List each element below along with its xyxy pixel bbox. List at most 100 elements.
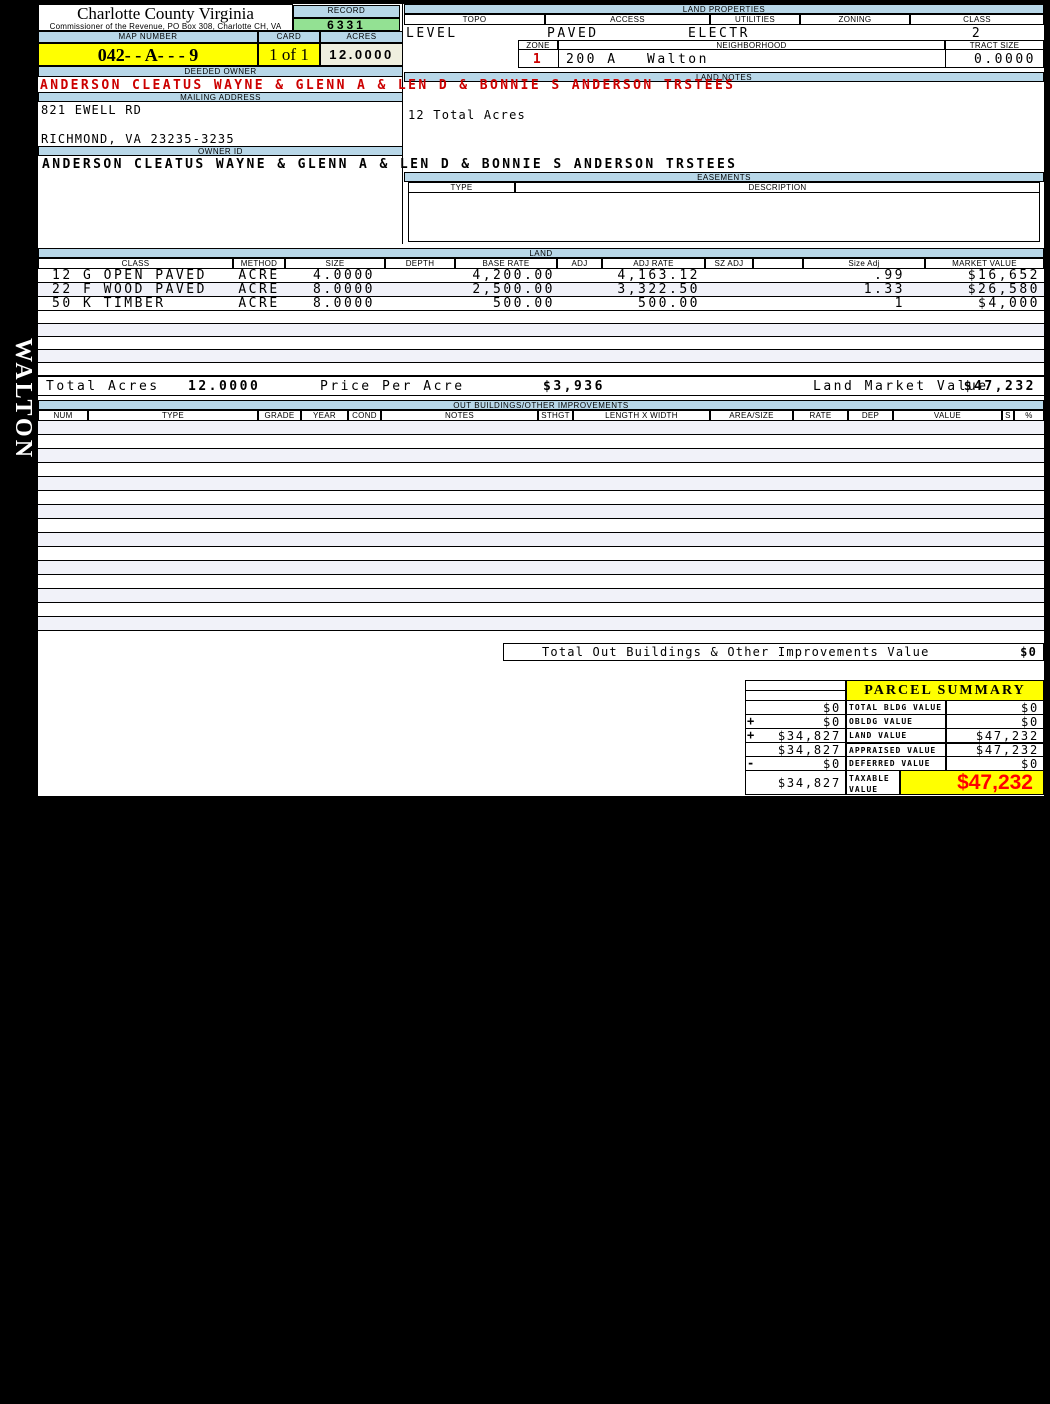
land-size: 8.0000 <box>313 296 375 311</box>
psum-left-value: $34,827 <box>745 728 846 743</box>
zone-value: 1 <box>532 52 544 67</box>
land-properties-title: LAND PROPERTIES <box>404 4 1044 14</box>
mailing-address-label: MAILING ADDRESS <box>38 92 403 102</box>
parcel-summary-title: PARCEL SUMMARY <box>846 680 1044 701</box>
land-section-title: LAND <box>38 248 1044 258</box>
psum-label: DEFERRED VALUE <box>846 756 946 771</box>
land-col-sz-adj-tbl: SZ ADJ TBL <box>705 258 753 278</box>
psum-label: OBLDG VALUE <box>846 714 946 729</box>
utilities-label: UTILITIES <box>710 14 800 25</box>
land-market-value: $4,000 <box>978 296 1040 311</box>
outb-col-length-width: LENGTH X WIDTH <box>573 410 710 421</box>
outb-col-s: S <box>1002 410 1014 421</box>
map-number-label: MAP NUMBER <box>38 31 258 43</box>
land-row: 50 K TIMBER ACRE 8.0000 500.00 500.00 1 … <box>38 297 1044 311</box>
address-line1: 821 EWELL RD <box>41 103 143 117</box>
neighborhood-code: 200 A <box>566 52 618 67</box>
taxable-left-value: $34,827 <box>745 770 846 795</box>
land-method: ACRE <box>238 282 280 297</box>
land-col-blank <box>753 258 803 269</box>
county-title: Charlotte County Virginia <box>77 4 254 23</box>
zoning-label: ZONING <box>800 14 910 25</box>
land-class: 50 K TIMBER <box>52 296 166 311</box>
psum-value: $0 <box>946 756 1044 771</box>
record-value: 6331 <box>293 18 400 31</box>
out-buildings-empty-rows <box>38 421 1044 643</box>
land-properties-panel: LAND PROPERTIES TOPO ACCESS UTILITIES ZO… <box>404 4 1044 244</box>
easements-empty-box <box>408 192 1040 242</box>
class-value: 2 <box>971 26 983 41</box>
zone-label: ZONE <box>518 40 558 50</box>
psum-value: $0 <box>946 700 1044 715</box>
land-market-value-total: $47,232 <box>963 379 1036 394</box>
land-size: 8.0000 <box>313 282 375 297</box>
total-acres-value: 12.0000 <box>188 379 261 394</box>
land-class: 22 F WOOD PAVED <box>52 282 207 297</box>
owner-panel: Charlotte County Virginia Commissioner o… <box>38 4 403 244</box>
tract-size-value: 0.0000 <box>974 52 1036 67</box>
outb-col-rate: RATE <box>793 410 848 421</box>
land-size-adj: 1 <box>894 296 905 311</box>
land-notes-text: 12 Total Acres <box>408 108 526 122</box>
outb-col-pct-comp: % COMP <box>1014 410 1044 430</box>
land-market-value: $26,580 <box>967 282 1040 297</box>
land-method: ACRE <box>238 296 280 311</box>
land-adj-rate: 500.00 <box>638 296 700 311</box>
map-number-value: 042- - A- - - 9 <box>38 43 258 66</box>
outb-col-value: VALUE <box>893 410 1002 421</box>
out-buildings-title: OUT BUILDINGS/OTHER IMPROVEMENTS <box>38 400 1044 410</box>
psum-left-value: $0 <box>745 756 846 771</box>
psum-label: LAND VALUE <box>846 728 946 743</box>
land-adj-rate: 4,163.12 <box>617 268 700 283</box>
address-line2: RICHMOND, VA 23235-3235 <box>41 132 235 146</box>
psum-left-value: $0 <box>745 700 846 715</box>
psum-value: $0 <box>946 714 1044 729</box>
commissioner-line: Commissioner of the Revenue, PO Box 308,… <box>49 22 282 31</box>
land-base-rate: 2,500.00 <box>472 282 555 297</box>
outb-col-cond: COND <box>348 410 381 421</box>
out-buildings-total-label: Total Out Buildings & Other Improvements… <box>542 645 930 659</box>
topo-value: LEVEL <box>406 26 458 41</box>
land-row: 22 F WOOD PAVED ACRE 8.0000 2,500.00 3,3… <box>38 283 1044 297</box>
outb-col-grade: GRADE <box>258 410 301 421</box>
county-title-box: Charlotte County Virginia Commissioner o… <box>38 4 293 31</box>
price-per-acre-label: Price Per Acre <box>320 379 465 394</box>
total-acres-label: Total Acres <box>46 379 160 394</box>
psum-label: APPRAISED VALUE <box>846 742 946 757</box>
outb-col-num: NUM <box>38 410 88 421</box>
taxable-value: $47,232 <box>900 770 1044 795</box>
land-totals-row: Total Acres 12.0000 Price Per Acre $3,93… <box>38 376 1044 396</box>
deeded-owner-value: ANDERSON CLEATUS WAYNE & GLENN A & LEN D… <box>40 78 736 93</box>
outb-col-type: TYPE <box>88 410 258 421</box>
out-buildings-total-value: $0 <box>1020 645 1037 659</box>
land-empty-rows <box>38 311 1044 376</box>
tract-size-label: TRACT SIZE <box>945 40 1044 50</box>
outb-col-area-size: AREA/SIZE <box>710 410 793 421</box>
card-label: CARD <box>258 31 320 43</box>
psum-value: $47,232 <box>946 728 1044 743</box>
card-content: Charlotte County Virginia Commissioner o… <box>38 4 1044 796</box>
land-base-rate: 500.00 <box>493 296 555 311</box>
neighborhood-name: Walton <box>647 52 709 67</box>
psum-label: TOTAL BLDG VALUE <box>846 700 946 715</box>
easements-title: EASEMENTS <box>404 172 1044 182</box>
psum-op-deferred: - <box>747 756 755 770</box>
deeded-owner-label: DEEDED OWNER <box>38 66 403 77</box>
land-market-value-label: Land Market Value <box>813 379 989 394</box>
psum-op-land: + <box>747 728 755 742</box>
record-block: RECORD 6331 <box>293 5 400 31</box>
neighborhood-label: NEIGHBORHOOD <box>558 40 945 50</box>
topo-label: TOPO <box>404 14 545 25</box>
land-class: 12 G OPEN PAVED <box>52 268 207 283</box>
acres-value: 12.0000 <box>320 43 403 66</box>
land-row: 12 G OPEN PAVED ACRE 4.0000 4,200.00 4,1… <box>38 269 1044 283</box>
outb-col-dep: DEP <box>848 410 893 421</box>
land-size-adj: .99 <box>874 268 905 283</box>
outb-col-notes: NOTES <box>381 410 538 421</box>
psum-left-value: $0 <box>745 714 846 729</box>
land-base-rate: 4,200.00 <box>472 268 555 283</box>
record-label: RECORD <box>293 5 400 18</box>
land-col-size-adj: Size Adj <box>803 258 925 269</box>
card-value: 1 of 1 <box>258 43 320 66</box>
land-col-depth: DEPTH <box>385 258 455 269</box>
